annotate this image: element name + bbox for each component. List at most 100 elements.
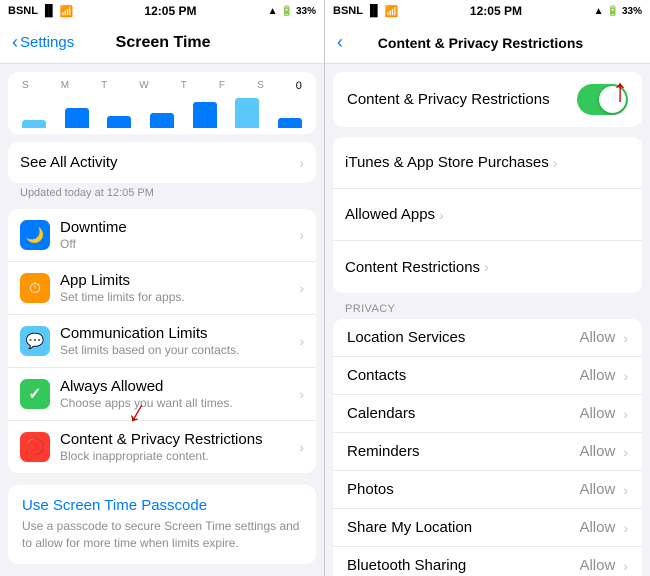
day-zero: 0: [296, 80, 302, 92]
day-s2: S: [257, 80, 264, 92]
right-nav-bar: ‹ Content & Privacy Restrictions: [325, 22, 650, 64]
allowed-apps-item[interactable]: Allowed Apps ›: [333, 189, 642, 241]
left-status-bar: BSNL ▐▌ 📶 12:05 PM ▲ 🔋 33%: [0, 0, 324, 22]
reminders-name: Reminders: [347, 443, 579, 460]
contacts-chevron-icon: ›: [623, 368, 628, 384]
left-signal-icon: ▐▌: [41, 5, 57, 17]
bar-w: [150, 113, 174, 128]
left-battery-pct: 33%: [296, 6, 316, 17]
comm-limits-text: Communication Limits Set limits based on…: [60, 325, 295, 357]
location-services-value: Allow: [579, 329, 615, 346]
itunes-item[interactable]: iTunes & App Store Purchases ›: [333, 137, 642, 189]
allowed-apps-chevron-icon: ›: [439, 207, 444, 223]
right-wifi-icon: 📶: [385, 5, 399, 18]
privacy-list: Location Services Allow › Contacts Allow…: [333, 319, 642, 576]
content-privacy-text: Content & Privacy Restrictions Block ina…: [60, 431, 295, 463]
bar-f: [235, 98, 259, 128]
right-status-bar: BSNL ▐▌ 📶 12:05 PM ▲ 🔋 33%: [325, 0, 650, 22]
bar-s2: [278, 118, 302, 128]
see-all-row[interactable]: See All Activity ›: [8, 142, 316, 183]
content-restrictions-chevron-icon: ›: [484, 259, 489, 275]
chart-days: S M T W T F S 0: [20, 80, 304, 92]
red-arrow-right: ↑: [612, 72, 628, 109]
passcode-desc: Use a passcode to secure Screen Time set…: [22, 518, 302, 552]
reminders-item[interactable]: Reminders Allow ›: [333, 433, 642, 471]
always-allowed-chevron-icon: ›: [299, 386, 304, 402]
content-restrictions-title: Content Restrictions: [345, 259, 480, 276]
right-location-icon: ▲: [594, 6, 604, 17]
toggle-row[interactable]: Content & Privacy Restrictions: [333, 72, 642, 127]
app-limits-chevron-icon: ›: [299, 280, 304, 296]
content-privacy-item[interactable]: 🚫 Content & Privacy Restrictions Block i…: [8, 421, 316, 473]
app-limits-subtitle: Set time limits for apps.: [60, 290, 295, 304]
photos-item[interactable]: Photos Allow ›: [333, 471, 642, 509]
contacts-item[interactable]: Contacts Allow ›: [333, 357, 642, 395]
day-s1: S: [22, 80, 29, 92]
left-nav-bar: ‹ Settings Screen Time: [0, 22, 324, 64]
bluetooth-item[interactable]: Bluetooth Sharing Allow ›: [333, 547, 642, 576]
always-allowed-subtitle: Choose apps you want all times.: [60, 396, 295, 410]
content-restrictions-item[interactable]: Content Restrictions ›: [333, 241, 642, 293]
always-allowed-item[interactable]: ✓ Always Allowed Choose apps you want al…: [8, 368, 316, 421]
calendars-item[interactable]: Calendars Allow ›: [333, 395, 642, 433]
content-privacy-subtitle: Block inappropriate content.: [60, 449, 295, 463]
share-location-name: Share My Location: [347, 519, 579, 536]
comm-limits-title: Communication Limits: [60, 325, 295, 342]
comm-limits-item[interactable]: 💬 Communication Limits Set limits based …: [8, 315, 316, 368]
location-services-item[interactable]: Location Services Allow ›: [333, 319, 642, 357]
downtime-icon: 🌙: [20, 220, 50, 250]
contacts-name: Contacts: [347, 367, 579, 384]
bar-s1: [22, 120, 46, 128]
location-services-name: Location Services: [347, 329, 579, 346]
calendars-chevron-icon: ›: [623, 406, 628, 422]
downtime-text: Downtime Off: [60, 219, 295, 251]
chart-bars: [20, 96, 304, 128]
screen-time-list: 🌙 Downtime Off › ⏱ App Limits Set time l…: [8, 209, 316, 473]
day-w: W: [139, 80, 148, 92]
downtime-item[interactable]: 🌙 Downtime Off ›: [8, 209, 316, 262]
left-status-right: ▲ 🔋 33%: [268, 6, 316, 17]
comm-limits-chevron-icon: ›: [299, 333, 304, 349]
right-menu-list: iTunes & App Store Purchases › Allowed A…: [333, 137, 642, 293]
calendars-value: Allow: [579, 405, 615, 422]
photos-value: Allow: [579, 481, 615, 498]
bar-t2: [193, 102, 217, 128]
left-back-button[interactable]: ‹ Settings: [12, 32, 74, 53]
right-status-left: BSNL ▐▌ 📶: [333, 5, 398, 18]
location-services-chevron-icon: ›: [623, 330, 628, 346]
passcode-section: Use Screen Time Passcode Use a passcode …: [8, 485, 316, 564]
app-limits-item[interactable]: ⏱ App Limits Set time limits for apps. ›: [8, 262, 316, 315]
right-panel: BSNL ▐▌ 📶 12:05 PM ▲ 🔋 33% ‹ Content & P…: [325, 0, 650, 576]
share-location-value: Allow: [579, 519, 615, 536]
right-carrier: BSNL: [333, 5, 363, 17]
left-wifi-icon: 📶: [60, 5, 74, 18]
content-privacy-title: Content & Privacy Restrictions: [60, 431, 295, 448]
always-allowed-title: Always Allowed: [60, 378, 295, 395]
contacts-value: Allow: [579, 367, 615, 384]
photos-name: Photos: [347, 481, 579, 498]
reminders-chevron-icon: ›: [623, 444, 628, 460]
bluetooth-name: Bluetooth Sharing: [347, 557, 579, 574]
right-nav-title: Content & Privacy Restrictions: [343, 35, 618, 51]
comm-limits-icon: 💬: [20, 326, 50, 356]
right-scroll[interactable]: Content & Privacy Restrictions ↑ iTunes …: [325, 64, 650, 576]
photos-chevron-icon: ›: [623, 482, 628, 498]
left-scroll[interactable]: S M T W T F S 0 See All Activity: [0, 64, 324, 576]
app-limits-title: App Limits: [60, 272, 295, 289]
left-back-label[interactable]: Settings: [20, 34, 74, 51]
chart-section: S M T W T F S 0: [8, 72, 316, 134]
bar-t1: [107, 116, 131, 128]
bluetooth-chevron-icon: ›: [623, 558, 628, 574]
itunes-chevron-icon: ›: [553, 155, 558, 171]
app-limits-text: App Limits Set time limits for apps.: [60, 272, 295, 304]
downtime-chevron-icon: ›: [299, 227, 304, 243]
left-panel: BSNL ▐▌ 📶 12:05 PM ▲ 🔋 33% ‹ Settings Sc…: [0, 0, 325, 576]
toggle-label: Content & Privacy Restrictions: [347, 91, 577, 108]
privacy-header: PRIVACY: [325, 293, 650, 319]
passcode-title[interactable]: Use Screen Time Passcode: [22, 497, 302, 514]
share-location-item[interactable]: Share My Location Allow ›: [333, 509, 642, 547]
allowed-apps-title: Allowed Apps: [345, 206, 435, 223]
right-battery-icon: 🔋: [607, 6, 619, 17]
day-t2: T: [181, 80, 187, 92]
left-chevron-back-icon: ‹: [12, 32, 18, 53]
